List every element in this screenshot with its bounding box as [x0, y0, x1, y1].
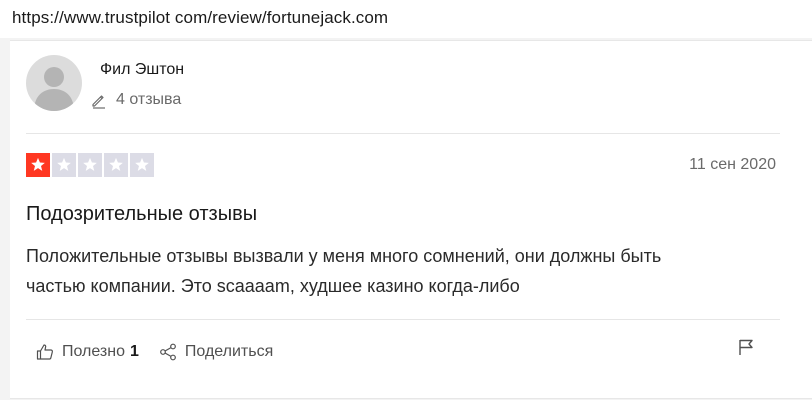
star-icon — [83, 157, 97, 171]
useful-label: Полезно — [62, 343, 125, 360]
divider — [26, 133, 780, 134]
star-empty — [130, 153, 154, 177]
review-body-line: частью компании. Это scaaaam, худшее каз… — [26, 276, 520, 296]
user-silhouette-icon — [34, 67, 74, 111]
review-count: 4 отзыва — [90, 89, 181, 111]
star-filled — [26, 153, 50, 177]
useful-button[interactable]: Полезно 1 — [36, 343, 139, 361]
url-text[interactable]: https://www.trustpilot com/review/fortun… — [12, 8, 388, 28]
share-icon — [160, 343, 176, 361]
review-date: 11 сен 2020 — [689, 156, 776, 173]
review-card: Фил Эштон 4 отзыва 11 сен 2020 Подозрите… — [10, 40, 812, 399]
pencil-icon — [92, 95, 105, 109]
star-empty — [52, 153, 76, 177]
star-rating — [26, 153, 154, 177]
star-empty — [104, 153, 128, 177]
divider — [26, 319, 780, 320]
star-icon — [57, 157, 71, 171]
reviewer-name[interactable]: Фил Эштон — [100, 61, 184, 79]
star-empty — [78, 153, 102, 177]
share-button[interactable]: Поделиться — [159, 343, 273, 361]
useful-count: 1 — [130, 343, 139, 360]
flag-icon[interactable] — [736, 337, 756, 357]
review-count-label: 4 отзыва — [116, 91, 182, 108]
star-icon — [31, 157, 45, 171]
review-title[interactable]: Подозрительные отзывы — [26, 203, 257, 226]
review-actions: Полезно 1 Поделиться — [36, 343, 273, 361]
thumbs-up-icon — [36, 344, 53, 360]
avatar[interactable] — [26, 55, 82, 111]
star-icon — [135, 157, 149, 171]
review-body-line: Положительные отзывы вызвали у меня мног… — [26, 246, 662, 266]
star-icon — [109, 157, 123, 171]
browser-address-bar[interactable]: https://www.trustpilot com/review/fortun… — [0, 0, 812, 38]
share-label: Поделиться — [184, 343, 274, 360]
review-body: Положительные отзывы вызвали у меня мног… — [26, 241, 796, 301]
